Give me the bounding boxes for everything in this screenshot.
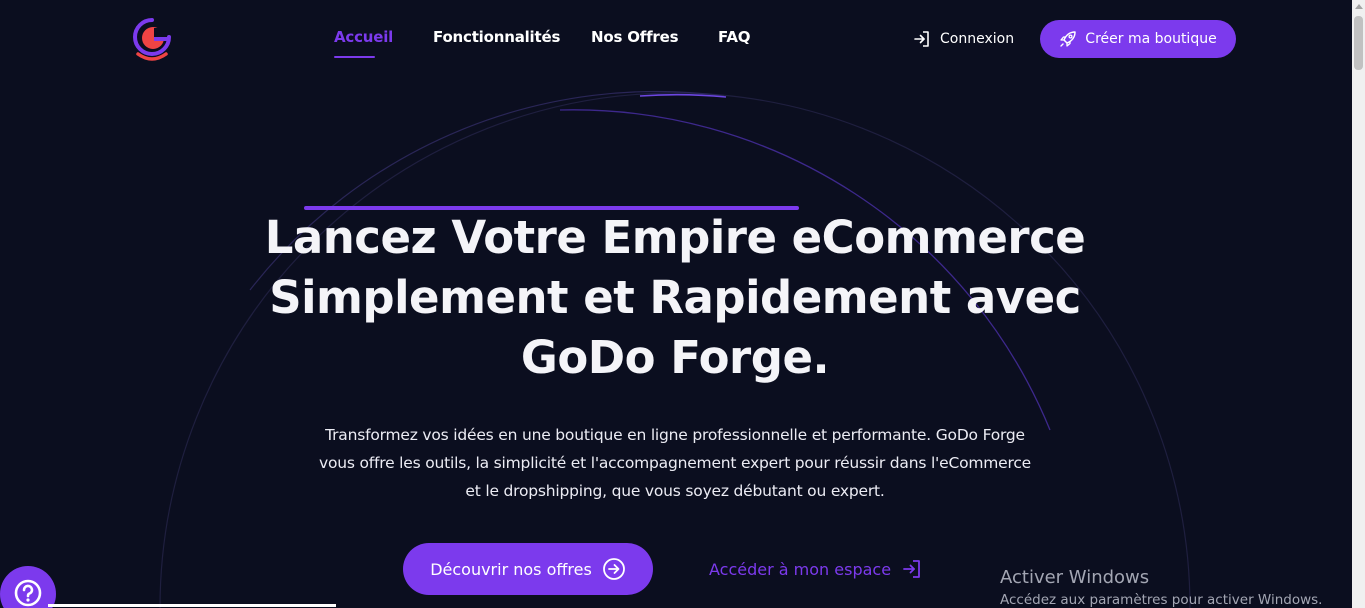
nav-item-nos-offres[interactable]: Nos Offres: [591, 28, 679, 46]
rocket-icon: [1060, 31, 1077, 47]
windows-activation-subtitle: Accédez aux paramètres pour activer Wind…: [1000, 592, 1323, 608]
hero-subtitle: Transformez vos idées en une boutique en…: [319, 426, 1031, 500]
help-button[interactable]: [0, 566, 56, 608]
windows-activation-title: Activer Windows: [1000, 567, 1150, 588]
nav-item-fonctionnalites[interactable]: Fonctionnalités: [433, 28, 560, 46]
arrow-right-circle-icon: [602, 558, 625, 580]
create-shop-label: Créer ma boutique: [1085, 31, 1217, 47]
access-space-link[interactable]: Accéder à mon espace: [709, 556, 923, 582]
login-label: Connexion: [940, 31, 1015, 47]
scroll-up-arrow-icon[interactable]: [1355, 4, 1363, 9]
hero-title: Lancez Votre Empire eCommerce Simplement…: [264, 211, 1086, 384]
create-shop-button[interactable]: Créer ma boutique: [1040, 20, 1236, 58]
active-nav-indicator: [334, 56, 375, 58]
nav-item-accueil[interactable]: Accueil: [334, 28, 394, 58]
nav-item-label: Accueil: [334, 28, 394, 46]
page-scrollbar[interactable]: [1352, 0, 1365, 608]
login-icon: [914, 31, 929, 47]
discover-offers-button[interactable]: Découvrir nos offres: [403, 543, 653, 595]
godo-forge-logo-icon[interactable]: [128, 14, 176, 64]
bottom-divider: [48, 604, 336, 607]
nav-item-faq[interactable]: FAQ: [718, 28, 750, 46]
login-link[interactable]: Connexion: [912, 28, 1014, 50]
help-question-icon: [14, 579, 42, 607]
access-space-label: Accéder à mon espace: [709, 559, 892, 579]
discover-offers-label: Découvrir nos offres: [430, 559, 592, 579]
scroll-thumb[interactable]: [1354, 16, 1363, 70]
enter-icon: [903, 560, 920, 578]
landing-page: Accueil Fonctionnalités Nos Offres FAQ C…: [0, 0, 1365, 608]
